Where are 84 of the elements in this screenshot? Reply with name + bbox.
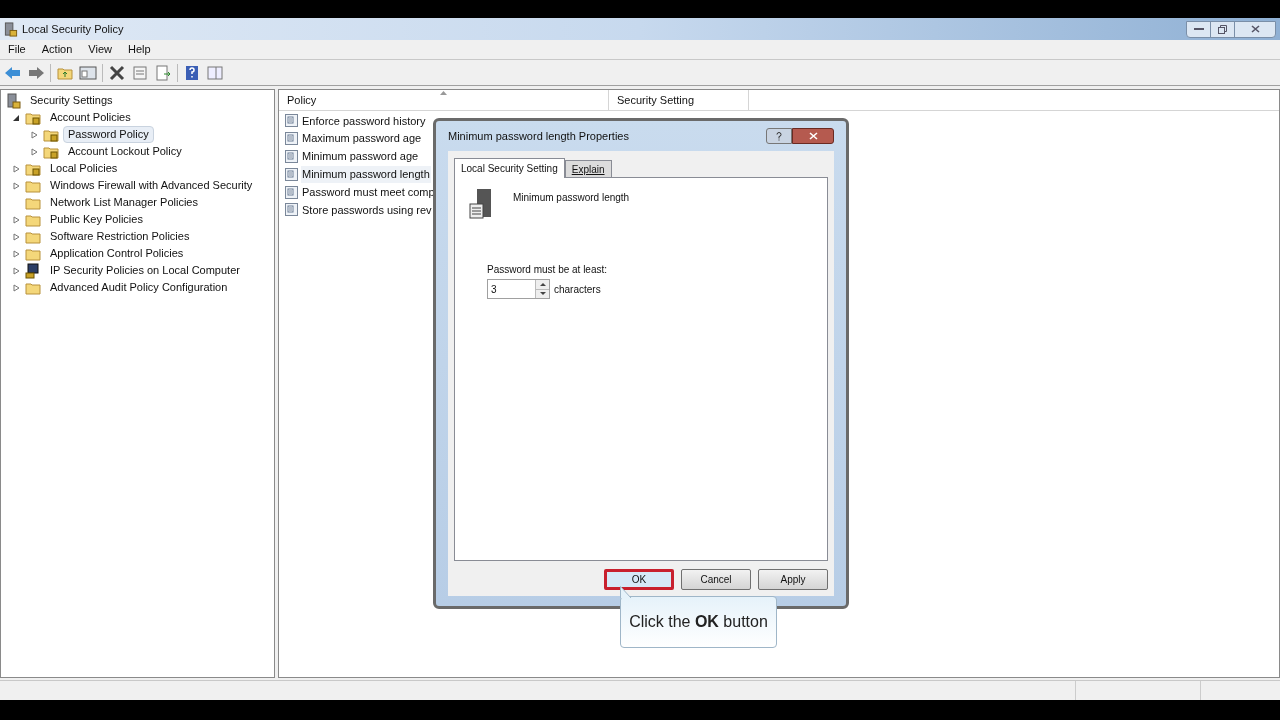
dialog-button[interactable]: OK — [604, 569, 674, 590]
action-pane-icon[interactable] — [206, 64, 224, 81]
policy-icon — [285, 132, 298, 146]
menu-item[interactable]: Help — [127, 41, 151, 58]
tree-item[interactable]: Public Key Policies — [45, 211, 148, 228]
unit-label: characters — [554, 282, 601, 297]
expand-arrow-icon[interactable] — [12, 164, 20, 173]
sort-arrow-icon — [440, 91, 447, 95]
tree-item[interactable]: Security Settings — [25, 92, 118, 109]
field-label: Password must be at least: — [487, 263, 609, 277]
tree-item[interactable]: Advanced Audit Policy Configuration — [45, 279, 233, 296]
policy-icon — [285, 185, 298, 199]
expand-arrow-icon[interactable] — [12, 232, 20, 241]
folder-icon — [25, 195, 41, 210]
console-tree-icon[interactable] — [79, 64, 97, 81]
tree-item[interactable]: Network List Manager Policies — [45, 194, 203, 211]
policy-row[interactable]: Store passwords using rev — [301, 201, 433, 219]
expand-arrow-icon[interactable] — [30, 130, 38, 139]
expand-arrow-icon[interactable] — [12, 215, 20, 224]
restore-icon — [1218, 24, 1227, 34]
folder-icon — [25, 212, 41, 227]
policy-row[interactable]: Minimum password length — [301, 166, 431, 183]
computer-lock-icon — [25, 262, 41, 279]
locked-folder-icon — [43, 127, 59, 142]
app-icon — [4, 21, 18, 37]
close-icon — [1250, 25, 1260, 33]
tree-item[interactable]: Application Control Policies — [45, 245, 189, 262]
policy-icon — [285, 114, 298, 128]
policy-heading: Minimum password length — [513, 191, 630, 205]
server-lock-icon — [7, 92, 21, 109]
tree-item[interactable]: Account Policies — [45, 109, 136, 126]
collapse-arrow-icon[interactable] — [12, 113, 20, 122]
locked-folder-icon — [25, 161, 41, 176]
folder-icon — [25, 229, 41, 244]
expand-arrow-icon[interactable] — [12, 283, 20, 292]
dialog-tab[interactable]: Local Security Setting — [454, 158, 565, 178]
menu-item[interactable]: Action — [41, 41, 73, 58]
callout-text: Click the OK button — [629, 612, 768, 632]
tree-item[interactable]: Windows Firewall with Advanced Security — [45, 177, 258, 194]
dialog-button[interactable]: Cancel — [681, 569, 751, 590]
tree-item[interactable]: IP Security Policies on Local Computer — [45, 262, 245, 279]
delete-icon[interactable] — [108, 64, 126, 81]
help-button[interactable] — [766, 128, 792, 144]
up-arrow-icon — [539, 282, 546, 286]
folder-icon — [25, 246, 41, 261]
export-list-icon[interactable] — [154, 64, 172, 81]
menu-item[interactable]: File — [8, 41, 26, 58]
tree-item[interactable]: Local Policies — [45, 160, 123, 177]
menu-item[interactable]: View — [88, 41, 112, 58]
dialog-button[interactable]: Apply — [758, 569, 828, 590]
locked-folder-icon — [25, 110, 41, 125]
minimize-icon — [1193, 27, 1204, 31]
folder-icon — [25, 178, 41, 193]
dialog-tab[interactable]: Explain — [564, 160, 612, 177]
policy-icon — [285, 203, 298, 217]
forward-arrow-icon[interactable] — [27, 64, 45, 81]
expand-arrow-icon[interactable] — [12, 181, 20, 190]
policy-icon — [285, 167, 298, 181]
tree-item[interactable]: Account Lockout Policy — [63, 143, 187, 160]
down-arrow-icon — [539, 292, 546, 296]
back-arrow-icon[interactable] — [4, 64, 22, 81]
field-value: 3 — [490, 282, 498, 297]
help-icon[interactable] — [183, 64, 201, 81]
spin-down-button[interactable] — [536, 289, 549, 298]
column-header[interactable]: Security Setting — [609, 90, 749, 110]
number-field[interactable]: 3 — [487, 279, 550, 299]
tree-item[interactable]: Software Restriction Policies — [45, 228, 195, 245]
expand-arrow-icon[interactable] — [12, 249, 20, 258]
expand-arrow-icon[interactable] — [30, 147, 38, 156]
help-icon — [776, 131, 782, 141]
policy-row[interactable]: Minimum password age — [301, 148, 420, 165]
policy-row[interactable]: Enforce password history — [301, 112, 427, 130]
column-header[interactable]: Policy — [279, 90, 609, 110]
close-button[interactable] — [792, 128, 834, 144]
dialog-title: Minimum password length Properties — [448, 128, 629, 144]
tree-item[interactable]: Password Policy — [63, 126, 154, 143]
policy-row[interactable]: Maximum password age — [301, 130, 423, 147]
folder-icon — [25, 280, 41, 295]
window-title: Local Security Policy — [22, 21, 124, 37]
spin-up-button[interactable] — [536, 280, 549, 290]
expand-arrow-icon[interactable] — [12, 266, 20, 275]
locked-folder-icon — [43, 144, 59, 159]
close-icon — [808, 132, 818, 140]
policy-icon — [285, 150, 298, 163]
